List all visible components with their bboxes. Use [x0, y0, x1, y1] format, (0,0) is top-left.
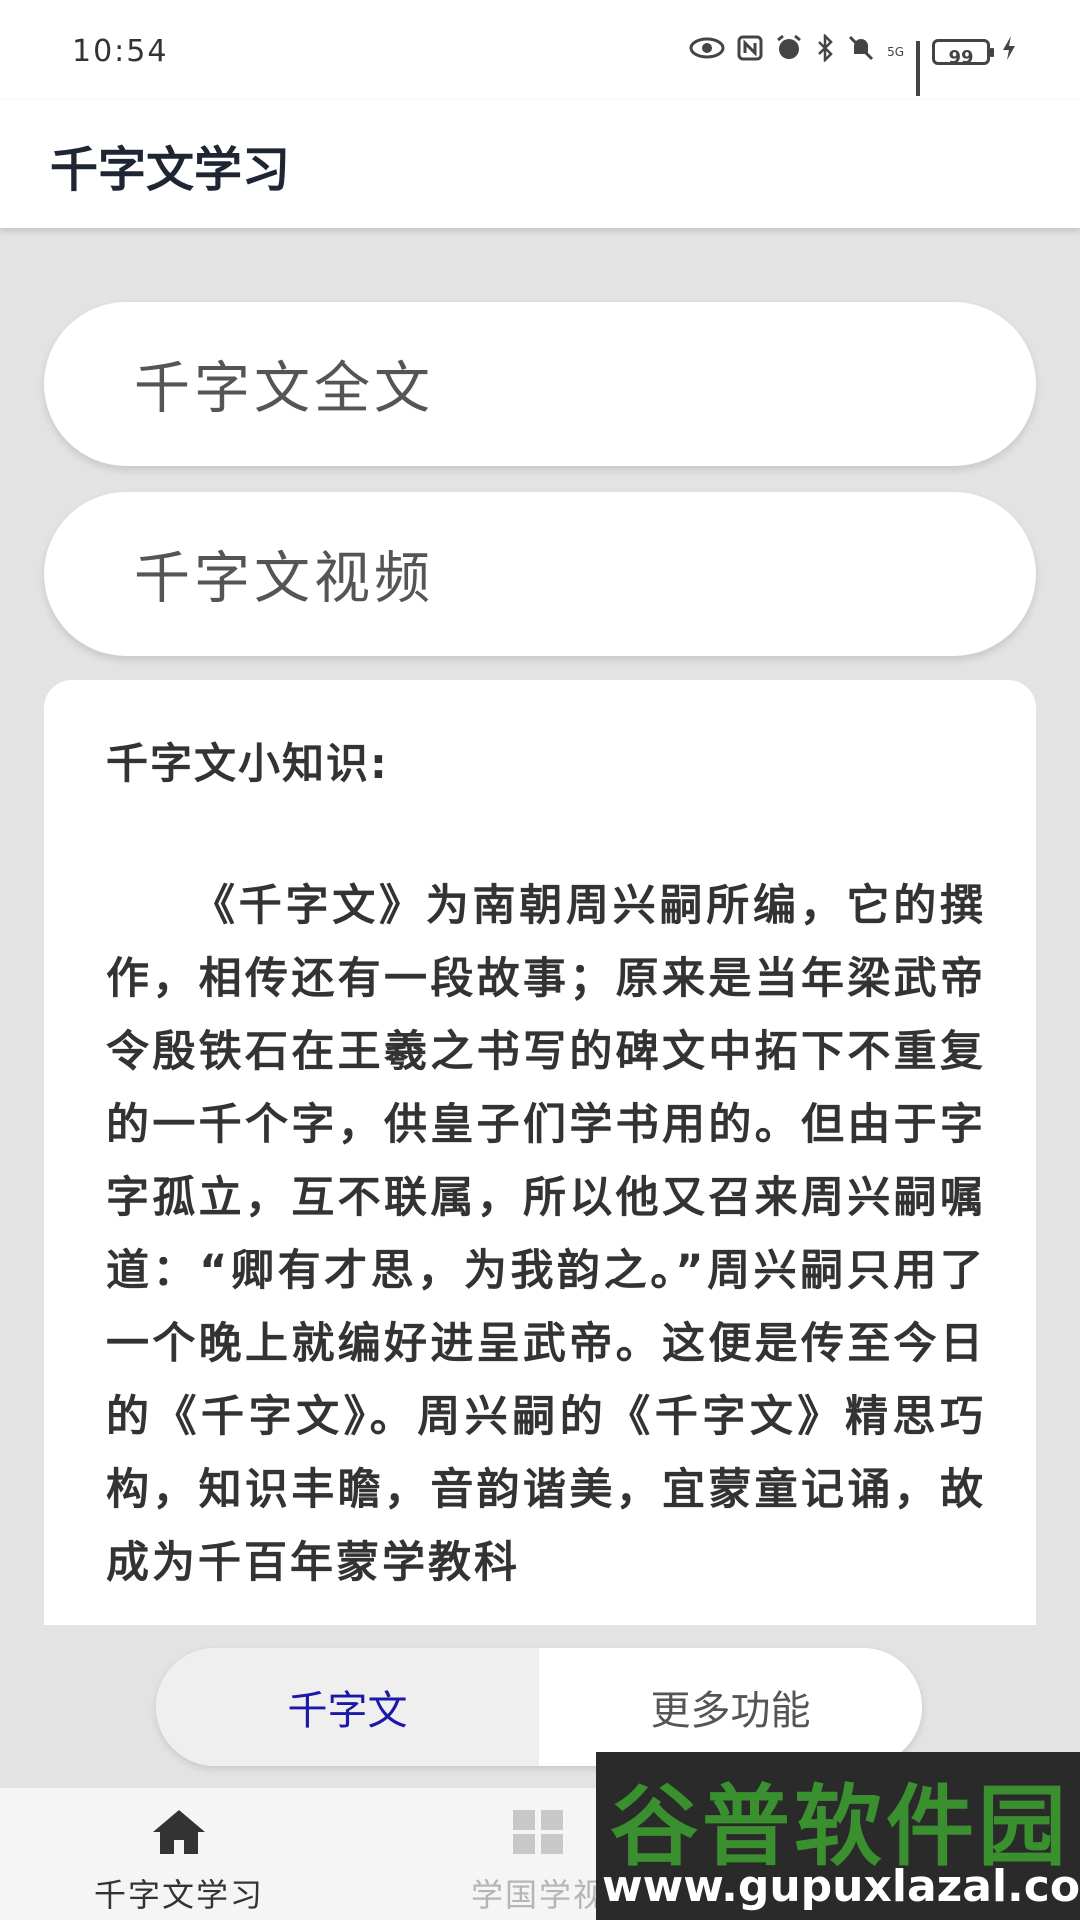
watermark: 谷普软件园 www.gupuxlazal.com: [596, 1752, 1080, 1920]
info-body: 《千字文》为南朝周兴嗣所编，它的撰作，相传还有一段故事；原来是当年梁武帝令殷铁石…: [106, 881, 986, 1588]
video-button-label: 千字文视频: [134, 546, 434, 612]
nav-item-study-label: 千字文学习: [93, 1876, 264, 1914]
status-time: 10:54: [72, 34, 169, 69]
eye-icon: [689, 36, 725, 68]
nav-item-study[interactable]: 千字文学习: [44, 1788, 314, 1920]
full-text-button[interactable]: 千字文全文: [44, 302, 1036, 466]
alarm-icon: [775, 34, 803, 70]
segment-control: 千字文 更多功能: [156, 1648, 922, 1766]
info-card[interactable]: 千字文小知识: 《千字文》为南朝周兴嗣所编，它的撰作，相传还有一段故事；原来是当…: [44, 680, 1036, 1625]
status-bar: 10:54 5G 99: [0, 0, 1080, 100]
network-type-label: 5G: [887, 45, 904, 59]
charging-icon: [1002, 35, 1016, 69]
app-title: 千字文学习: [50, 142, 291, 198]
status-icons: 5G 99: [689, 32, 1016, 96]
segment-more-features-tab[interactable]: 更多功能: [539, 1648, 922, 1766]
signal-bars-icon: [916, 41, 920, 96]
full-text-button-label: 千字文全文: [134, 356, 434, 422]
video-button[interactable]: 千字文视频: [44, 492, 1036, 656]
watermark-url: www.gupuxlazal.com: [602, 1861, 1080, 1912]
app-bar: 千字文学习: [0, 100, 1080, 228]
home-icon: [151, 1808, 207, 1856]
battery-icon: 99: [932, 39, 994, 68]
grid-icon: [511, 1808, 567, 1856]
nfc-icon: [737, 35, 763, 69]
mute-icon: [847, 34, 875, 70]
segment-qianziwen-tab[interactable]: 千字文: [156, 1648, 539, 1766]
info-title: 千字文小知识:: [106, 739, 389, 788]
bluetooth-icon: [815, 32, 835, 70]
